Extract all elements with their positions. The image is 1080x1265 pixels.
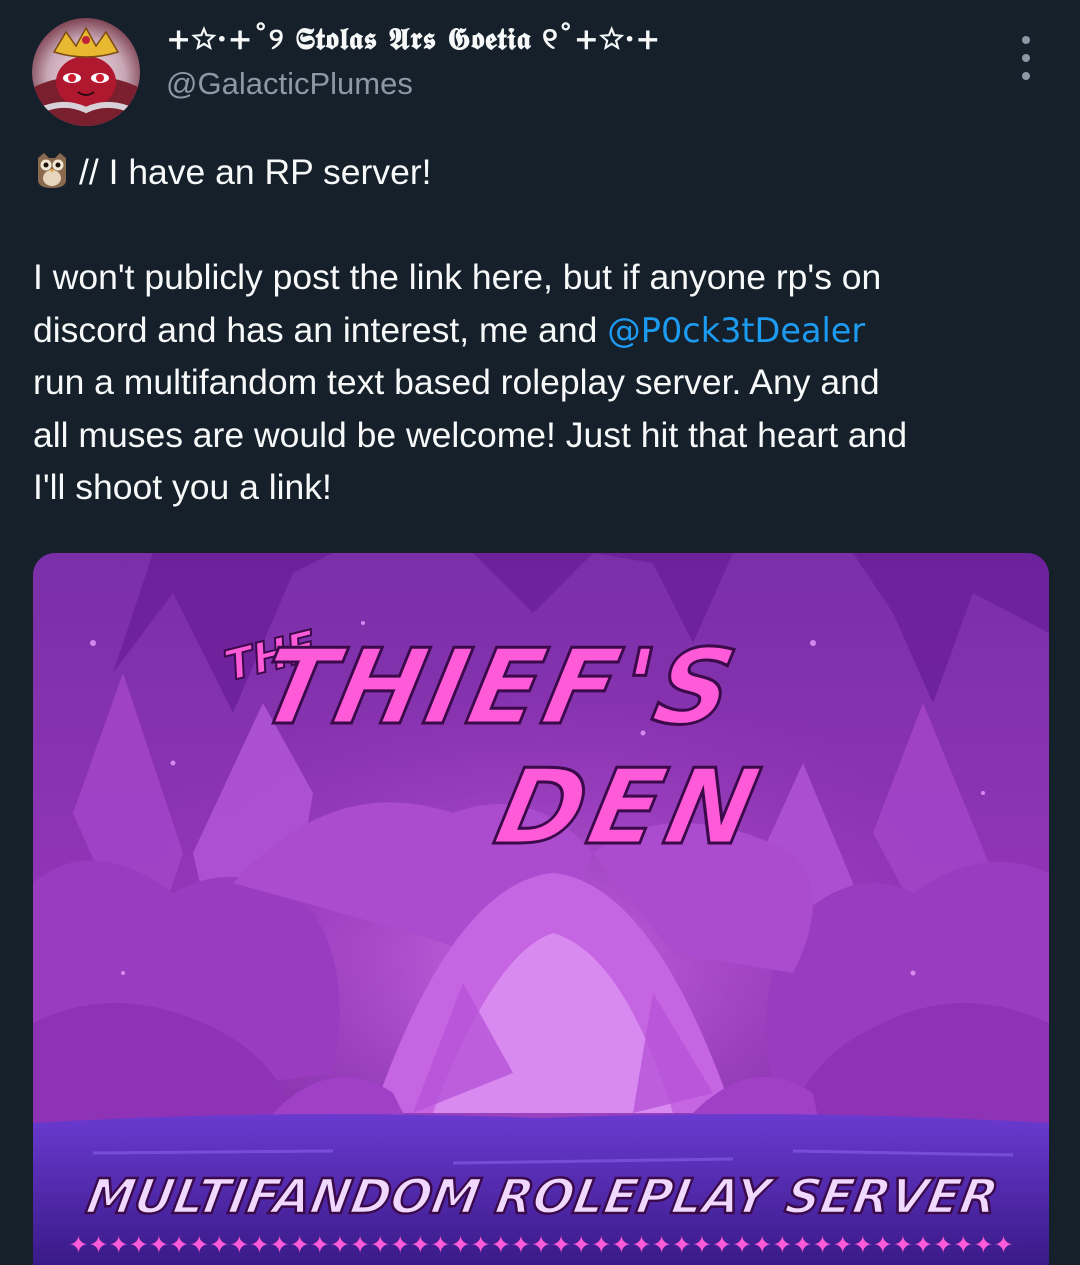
owl-icon <box>38 153 66 188</box>
mention-link[interactable]: @P0ck3tDealer <box>607 311 865 350</box>
tweet-text: // I have an RP server! I won't publicly… <box>33 146 1053 514</box>
tweet: +☆·+˚୨ 𝕾𝖙𝖔𝖑𝖆𝖘 𝕬𝖗𝖘 𝕲𝖔𝖊𝖙𝖎𝖆 ୧˚+☆·+ @Galacti… <box>0 0 1080 1265</box>
handle[interactable]: @GalacticPlumes <box>166 66 413 102</box>
banner-title-line2: DEN <box>486 746 774 868</box>
tweet-line-text: discord and has an interest, me and <box>33 309 608 350</box>
avatar[interactable] <box>32 18 140 126</box>
media-image[interactable]: THE THIEF'S DEN MULTIFANDOM ROLEPLAY SER… <box>33 553 1049 1265</box>
more-dot <box>1022 54 1030 62</box>
tweet-line: all muses are would be welcome! Just hit… <box>33 414 908 455</box>
tweet-first-line: // I have an RP server! <box>79 152 432 192</box>
more-icon[interactable] <box>1006 36 1046 80</box>
banner-subtitle: MULTIFANDOM ROLEPLAY SERVER <box>83 1169 1003 1225</box>
display-name[interactable]: +☆·+˚୨ 𝕾𝖙𝖔𝖑𝖆𝖘 𝕬𝖗𝖘 𝕲𝖔𝖊𝖙𝖎𝖆 ୧˚+☆·+ <box>166 22 661 57</box>
banner-star-row: ✦✦✦✦✦✦✦✦✦✦✦✦✦✦✦✦✦✦✦✦✦✦✦✦✦✦✦✦✦✦✦✦✦✦✦✦✦✦✦✦… <box>68 1231 1013 1259</box>
more-dot <box>1022 72 1030 80</box>
banner-title-line1: THIEF'S <box>250 626 749 748</box>
tweet-line: I'll shoot you a link! <box>33 467 332 507</box>
tweet-line: I won't publicly post the link here, but… <box>33 257 882 297</box>
tweet-line: run a multifandom text based roleplay se… <box>33 362 880 402</box>
tweet-line: discord and has an interest, me and @P0c… <box>33 304 1053 357</box>
stolas-avatar-icon <box>32 18 140 126</box>
server-banner-image: THE THIEF'S DEN MULTIFANDOM ROLEPLAY SER… <box>33 553 1049 1265</box>
more-dot <box>1022 36 1030 44</box>
tweet-line: // I have an RP server! <box>33 146 1053 199</box>
